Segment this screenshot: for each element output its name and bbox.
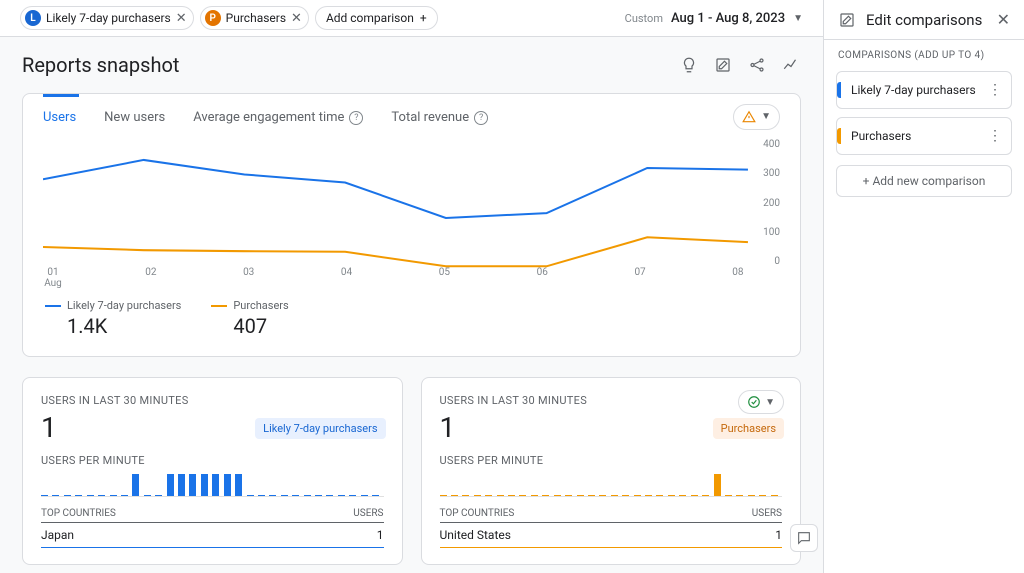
country-users: 1 — [377, 528, 384, 542]
legend-item: Likely 7-day purchasers 1.4K — [45, 299, 181, 338]
overview-chart-card: Users New users Average engagement time?… — [22, 93, 801, 357]
chat-icon — [796, 530, 812, 546]
comparison-badge: Likely 7-day purchasers — [255, 418, 385, 439]
y-axis-ticks: 400 300 200 100 0 — [763, 139, 780, 267]
date-range-value: Aug 1 - Aug 8, 2023 — [671, 11, 785, 26]
check-circle-icon — [747, 395, 761, 409]
panel-subheading: COMPARISONS (ADD UP TO 4) — [824, 40, 1024, 67]
comparison-label: Likely 7-day purchasers — [851, 83, 976, 97]
comparison-color-stripe — [837, 128, 841, 144]
add-new-comparison-button[interactable]: + Add new comparison — [836, 165, 1012, 197]
realtime-card: USERS IN LAST 30 MINUTES 1 Likely 7-day … — [22, 377, 403, 565]
tab-label: Users — [43, 110, 76, 125]
country-users: 1 — [775, 528, 782, 542]
feedback-button[interactable] — [790, 524, 818, 552]
remove-chip-icon[interactable]: ✕ — [176, 12, 187, 25]
date-range-custom-label: Custom — [625, 12, 663, 25]
sparkline-chart — [41, 467, 384, 497]
help-icon[interactable]: ? — [349, 111, 363, 125]
tab-label: New users — [104, 110, 165, 125]
comparison-chip[interactable]: L Likely 7-day purchasers ✕ — [20, 6, 194, 30]
country-name: United States — [440, 528, 511, 542]
legend-label-text: Purchasers — [233, 299, 288, 312]
x-axis-ticks: 01Aug 02 03 04 05 06 07 08 — [43, 267, 748, 289]
tab-avg-engagement[interactable]: Average engagement time? — [193, 94, 363, 139]
comparison-chip[interactable]: P Purchasers ✕ — [200, 6, 309, 30]
users-column-header: USERS — [353, 508, 383, 519]
warning-icon — [742, 110, 756, 124]
share-icon[interactable] — [747, 55, 767, 75]
users-column-header: USERS — [752, 508, 782, 519]
more-icon[interactable]: ⋮ — [988, 82, 1003, 98]
legend-label-text: Likely 7-day purchasers — [67, 299, 181, 312]
realtime-heading: USERS IN LAST 30 MINUTES — [41, 394, 384, 407]
edit-comparisons-panel: Edit comparisons ✕ COMPARISONS (ADD UP T… — [824, 0, 1024, 573]
tab-total-revenue[interactable]: Total revenue? — [391, 94, 488, 139]
country-row: Japan 1 — [41, 523, 384, 548]
legend-item: Purchasers 407 — [211, 299, 288, 338]
comparison-item[interactable]: Likely 7-day purchasers ⋮ — [836, 71, 1012, 109]
trend-icon[interactable] — [781, 55, 801, 75]
panel-title: Edit comparisons — [866, 11, 982, 29]
comparison-item[interactable]: Purchasers ⋮ — [836, 117, 1012, 155]
line-chart: 400 300 200 100 0 01Aug 02 03 04 05 06 0… — [43, 139, 780, 289]
date-range-picker[interactable]: Custom Aug 1 - Aug 8, 2023 ▼ — [625, 11, 803, 26]
sparkline-chart — [440, 467, 783, 497]
per-minute-heading: USERS PER MINUTE — [440, 454, 783, 467]
realtime-heading: USERS IN LAST 30 MINUTES — [440, 394, 783, 407]
active-tab-indicator — [43, 94, 79, 97]
tab-label: Total revenue — [391, 110, 469, 125]
comparison-chip-bar: L Likely 7-day purchasers ✕ P Purchasers… — [0, 0, 823, 37]
customize-report-icon[interactable] — [713, 55, 733, 75]
legend-value: 407 — [211, 312, 288, 338]
chart-svg — [43, 139, 748, 268]
top-countries-header: TOP COUNTRIES — [41, 508, 116, 519]
tab-new-users[interactable]: New users — [104, 94, 165, 139]
chevron-down-icon: ▼ — [765, 397, 775, 408]
country-row: United States 1 — [440, 523, 783, 548]
close-icon[interactable]: ✕ — [997, 10, 1010, 29]
tab-label: Average engagement time — [193, 110, 344, 125]
realtime-card: ▼ USERS IN LAST 30 MINUTES 1 Purchasers … — [421, 377, 802, 565]
chart-legend: Likely 7-day purchasers 1.4K Purchasers … — [23, 289, 800, 356]
compare-icon — [838, 11, 856, 29]
remove-chip-icon[interactable]: ✕ — [291, 12, 302, 25]
chip-label: Likely 7-day purchasers — [46, 11, 171, 25]
anomaly-dropdown[interactable]: ▼ — [733, 104, 780, 130]
chip-letter-icon: L — [25, 10, 41, 26]
more-icon[interactable]: ⋮ — [988, 128, 1003, 144]
legend-value: 1.4K — [45, 312, 181, 338]
help-icon[interactable]: ? — [474, 111, 488, 125]
legend-swatch — [45, 305, 61, 307]
plus-icon: + — [863, 174, 873, 188]
status-dropdown[interactable]: ▼ — [738, 390, 784, 414]
page-title: Reports snapshot — [22, 53, 179, 77]
chip-letter-icon: P — [205, 10, 221, 26]
plus-icon: + — [420, 11, 427, 25]
add-comparison-chip[interactable]: Add comparison + — [315, 6, 438, 30]
comparison-label: Purchasers — [851, 129, 911, 143]
add-comparison-label: Add new comparison — [872, 174, 985, 188]
comparison-badge: Purchasers — [713, 418, 784, 439]
chevron-down-icon: ▼ — [793, 13, 803, 24]
add-comparison-label: Add comparison — [326, 11, 414, 25]
insights-icon[interactable] — [679, 55, 699, 75]
country-name: Japan — [41, 528, 74, 542]
top-countries-header: TOP COUNTRIES — [440, 508, 515, 519]
per-minute-heading: USERS PER MINUTE — [41, 454, 384, 467]
tab-users[interactable]: Users — [43, 94, 76, 139]
comparison-color-stripe — [837, 82, 841, 98]
chevron-down-icon: ▼ — [761, 111, 771, 122]
legend-swatch — [211, 305, 227, 307]
chip-label: Purchasers — [226, 11, 286, 25]
